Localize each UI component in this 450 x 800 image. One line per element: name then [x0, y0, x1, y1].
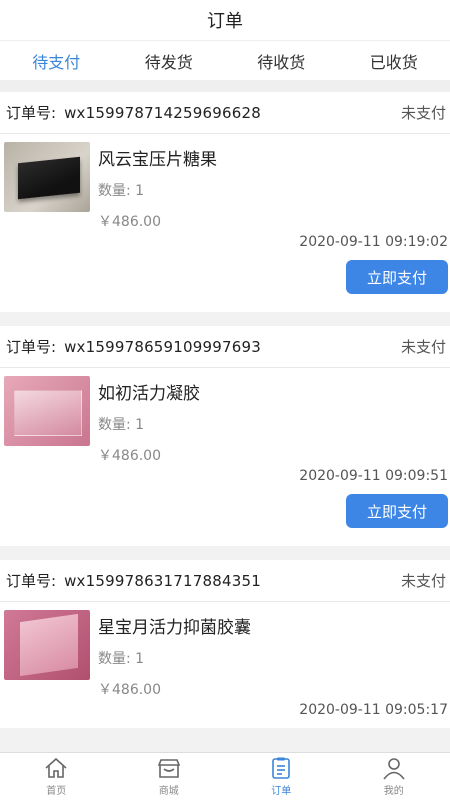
- order-tabs: 待支付 待发货 待收货 已收货: [0, 40, 450, 80]
- order-number-label: 订单号:: [6, 338, 57, 356]
- tabbar-item-shop[interactable]: 商城: [113, 756, 225, 797]
- product-name: 风云宝压片糖果: [98, 150, 217, 170]
- order-time: 2020-09-11 09:05:17: [299, 702, 448, 718]
- home-icon: [45, 757, 67, 778]
- tab-received[interactable]: 已收货: [362, 49, 426, 73]
- order-number-value: wx159978631717884351: [64, 572, 261, 590]
- pay-now-button[interactable]: 立即支付: [346, 494, 448, 528]
- tabbar-item-profile[interactable]: 我的: [338, 756, 450, 797]
- divider: [0, 80, 450, 92]
- product-price: ￥486.00: [98, 214, 161, 230]
- product-quantity: 数量: 1: [98, 183, 145, 199]
- product-name: 如初活力凝胶: [98, 384, 200, 404]
- order-item[interactable]: 星宝月活力抑菌胶囊 数量: 1 ￥486.00: [0, 602, 450, 702]
- tabbar-label: 商城: [158, 786, 179, 797]
- order-number-label: 订单号:: [6, 104, 57, 122]
- product-image: [4, 376, 90, 446]
- tabbar-label: 我的: [383, 786, 404, 797]
- product-price: ￥486.00: [98, 682, 161, 698]
- action-row: 立即支付: [0, 494, 450, 546]
- tab-pending-receipt[interactable]: 待收货: [249, 49, 313, 73]
- tabbar-label: 订单: [271, 786, 292, 797]
- page-title: 订单: [207, 11, 243, 32]
- pay-now-button[interactable]: 立即支付: [346, 260, 448, 294]
- order-header: 订单号: wx159978714259696628 未支付: [0, 92, 450, 134]
- user-icon: [383, 758, 405, 780]
- order-item[interactable]: 风云宝压片糖果 数量: 1 ￥486.00: [0, 134, 450, 234]
- product-name: 星宝月活力抑菌胶囊: [98, 618, 251, 638]
- order-card: 订单号: wx159978714259696628 未支付 风云宝压片糖果 数量:…: [0, 92, 450, 312]
- order-number-value: wx159978714259696628: [64, 104, 261, 122]
- bottom-tab-bar: 首页 商城 订单 我的: [0, 752, 450, 800]
- order-icon: [272, 757, 291, 779]
- product-price: ￥486.00: [98, 448, 161, 464]
- product-quantity: 数量: 1: [98, 417, 145, 433]
- order-number: 订单号: wx159978714259696628: [6, 102, 261, 123]
- order-time: 2020-09-11 09:09:51: [299, 468, 448, 484]
- product-quantity: 数量: 1: [98, 651, 145, 667]
- app-header: 订单: [0, 0, 450, 40]
- tabbar-item-home[interactable]: 首页: [0, 756, 112, 797]
- product-info: 如初活力凝胶 数量: 1 ￥486.00: [98, 376, 200, 468]
- product-image: [4, 610, 90, 680]
- action-row: 立即支付: [0, 260, 450, 312]
- tab-pending-shipment[interactable]: 待发货: [137, 49, 201, 73]
- product-info: 星宝月活力抑菌胶囊 数量: 1 ￥486.00: [98, 610, 251, 702]
- tabbar-label: 首页: [46, 786, 67, 797]
- order-header: 订单号: wx159978631717884351 未支付: [0, 560, 450, 602]
- shop-icon: [157, 759, 180, 778]
- order-status: 未支付: [400, 104, 446, 122]
- tab-pending-payment[interactable]: 待支付: [24, 49, 88, 73]
- product-info: 风云宝压片糖果 数量: 1 ￥486.00: [98, 142, 217, 234]
- order-card: 订单号: wx159978659109997693 未支付 如初活力凝胶 数量: …: [0, 326, 450, 546]
- order-item[interactable]: 如初活力凝胶 数量: 1 ￥486.00: [0, 368, 450, 468]
- order-number: 订单号: wx159978659109997693: [6, 336, 261, 357]
- tabbar-item-orders[interactable]: 订单: [225, 756, 337, 797]
- product-image: [4, 142, 90, 212]
- order-number-label: 订单号:: [6, 572, 57, 590]
- order-number: 订单号: wx159978631717884351: [6, 570, 261, 591]
- order-card: 订单号: wx159978631717884351 未支付 星宝月活力抑菌胶囊 数…: [0, 560, 450, 728]
- order-status: 未支付: [400, 572, 446, 590]
- order-time: 2020-09-11 09:19:02: [299, 234, 448, 250]
- order-number-value: wx159978659109997693: [64, 338, 261, 356]
- order-status: 未支付: [400, 338, 446, 356]
- order-header: 订单号: wx159978659109997693 未支付: [0, 326, 450, 368]
